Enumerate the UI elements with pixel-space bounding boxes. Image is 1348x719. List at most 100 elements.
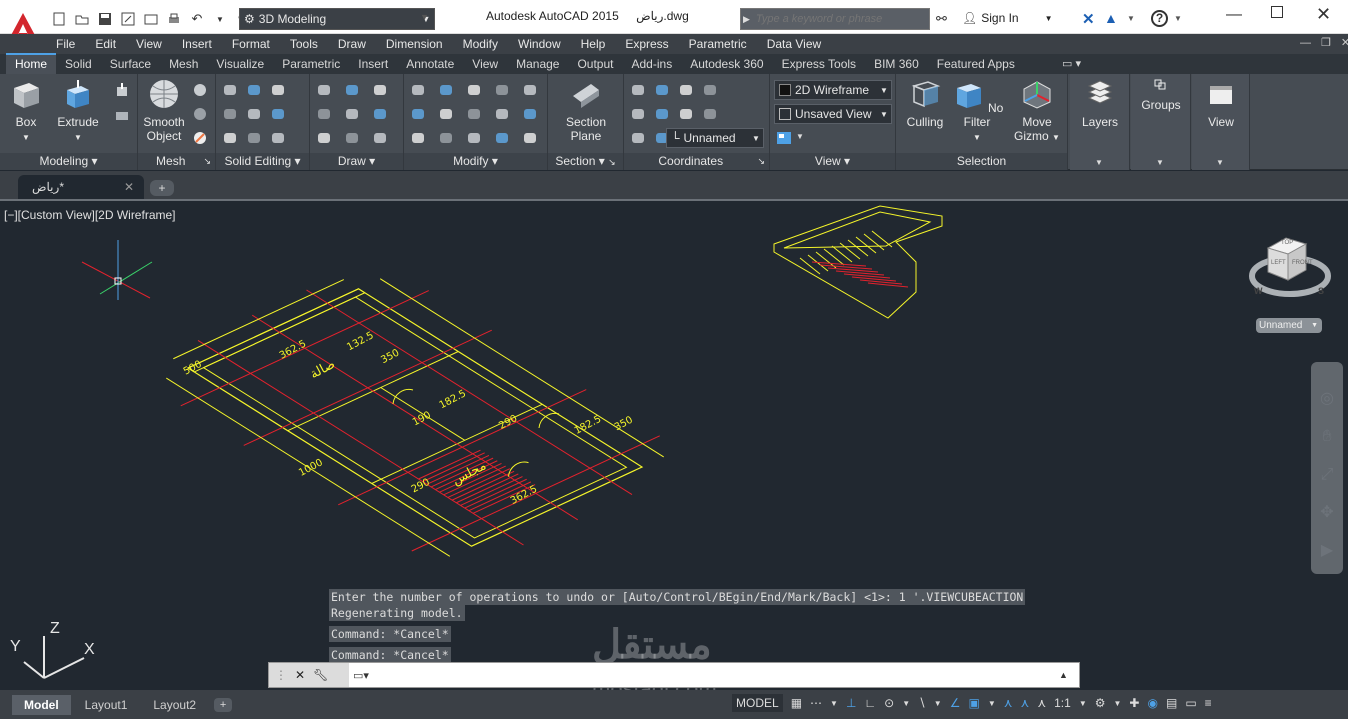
menu-item-insert[interactable]: Insert [182, 37, 212, 51]
arc-icon[interactable] [372, 106, 388, 122]
new-file-icon[interactable] [50, 10, 68, 28]
minimize-button[interactable]: — [1226, 6, 1242, 24]
imprint-icon[interactable] [270, 106, 286, 122]
copy-icon[interactable] [522, 82, 538, 98]
view-button[interactable]: View [1198, 78, 1244, 129]
panel-title-selection[interactable]: Selection [896, 153, 1067, 170]
menu-item-format[interactable]: Format [232, 37, 270, 51]
subtract-icon[interactable] [222, 106, 238, 122]
polyline-icon[interactable] [344, 82, 360, 98]
chevron-down-icon[interactable]: ▼ [988, 699, 996, 708]
ribbon-tab-bim-360[interactable]: BIM 360 [865, 55, 928, 74]
plus-icon[interactable]: ✚ [1129, 696, 1139, 710]
grip-handle[interactable]: ⋮ [275, 668, 287, 682]
rectangle-icon[interactable] [344, 106, 360, 122]
command-input[interactable] [374, 664, 1059, 686]
chevron-down-icon[interactable]: ▼ [1174, 14, 1182, 23]
hardware-acceleration-icon[interactable]: ▤ [1166, 696, 1177, 710]
thicken-icon[interactable] [246, 130, 262, 146]
osnap-tracking-icon[interactable]: ∖ [918, 696, 926, 710]
panel-title-modeling[interactable]: Modeling ▾ [0, 153, 137, 170]
tab-model[interactable]: Model [12, 694, 71, 715]
mesh-refine-icon[interactable] [192, 130, 208, 146]
chevron-down-icon[interactable]: ▼ [1127, 14, 1135, 23]
region-icon[interactable] [344, 130, 360, 146]
panel-view-2[interactable]: View ▼ [1192, 74, 1250, 170]
break-icon[interactable] [494, 82, 510, 98]
explode-icon[interactable] [494, 130, 510, 146]
viewcube-left-label[interactable]: LEFT [1271, 260, 1286, 266]
document-tab[interactable]: رياض* ✕ [18, 175, 144, 199]
chevron-down-icon[interactable]: ▼ [902, 699, 910, 708]
mirror-icon[interactable] [410, 106, 426, 122]
ucs-view-icon[interactable] [654, 106, 670, 122]
undo-dropdown-icon[interactable]: ▼ [211, 10, 229, 28]
isodraft-icon[interactable]: ∠ [950, 696, 961, 710]
ribbon-tab-surface[interactable]: Surface [101, 55, 160, 74]
ribbon-tab-express-tools[interactable]: Express Tools [773, 55, 865, 74]
binoculars-icon[interactable]: ⚯ [936, 11, 947, 27]
panel-title-draw[interactable]: Draw ▾ [310, 153, 403, 170]
chevron-down-icon[interactable]: ▼ [830, 699, 838, 708]
hatch-icon[interactable] [372, 130, 388, 146]
new-tab-button[interactable]: + [150, 180, 174, 196]
model-space-toggle[interactable]: MODEL [732, 694, 783, 712]
viewcube-front-label[interactable]: FRONT [1292, 260, 1313, 266]
join-icon[interactable] [522, 130, 538, 146]
panel-title-mesh[interactable]: Mesh ↘ [138, 153, 215, 170]
command-prompt-icon[interactable]: ▭▾ [353, 669, 369, 682]
viewport-config-icon[interactable] [776, 130, 792, 146]
viewcube-top-label[interactable]: TOP [1281, 240, 1293, 246]
ucs-z-icon[interactable] [702, 82, 718, 98]
tab-layout2[interactable]: Layout2 [141, 695, 208, 715]
new-layout-button[interactable]: + [214, 697, 233, 712]
open-folder-icon[interactable] [73, 10, 91, 28]
polysolid-icon[interactable] [114, 106, 130, 122]
fillet-icon[interactable] [438, 106, 454, 122]
ucs-origin-icon[interactable] [678, 82, 694, 98]
solid-history-icon[interactable] [270, 82, 286, 98]
polygon-icon[interactable] [316, 130, 332, 146]
line-icon[interactable] [316, 82, 332, 98]
ribbon-tab-mesh[interactable]: Mesh [160, 55, 207, 74]
panel-title-modify[interactable]: Modify ▾ [404, 153, 547, 170]
menu-item-parametric[interactable]: Parametric [689, 37, 747, 51]
align-icon[interactable] [466, 82, 482, 98]
doc-minimize-button[interactable]: — [1300, 37, 1311, 49]
auto-scale-icon[interactable]: ⋏ [1021, 696, 1030, 710]
ucs-face-icon[interactable] [702, 106, 718, 122]
menu-item-view[interactable]: View [136, 37, 162, 51]
ribbon-tab-visualize[interactable]: Visualize [207, 55, 273, 74]
section-plane-button[interactable]: Section Plane [562, 78, 610, 143]
ucs-object-icon[interactable] [678, 106, 694, 122]
help-icon[interactable]: ? [1151, 10, 1168, 27]
annotation-scale-icon[interactable]: ⋏ [1037, 696, 1046, 710]
array-icon[interactable] [410, 130, 426, 146]
spline-icon[interactable] [316, 106, 332, 122]
qat-customize-icon[interactable]: ▼ [420, 12, 429, 22]
presspull-icon[interactable] [114, 82, 130, 98]
panel-layers[interactable]: Layers ▼ [1070, 74, 1130, 170]
trim-icon[interactable] [466, 130, 482, 146]
chevron-down-icon[interactable]: ▼ [1079, 699, 1087, 708]
extract-edges-icon[interactable] [270, 130, 286, 146]
intersect-icon[interactable] [222, 130, 238, 146]
compass-south-label[interactable]: S [1318, 286, 1324, 296]
workspace-gear-icon[interactable]: ⚙ [1095, 696, 1106, 710]
exchange-apps-icon[interactable]: ✕ [1082, 10, 1095, 28]
no-filter-button[interactable]: No Filter ▼ [950, 78, 1004, 145]
ucs-name-dropdown[interactable]: └ Unnamed ▼ [666, 128, 764, 148]
slice-icon[interactable] [246, 106, 262, 122]
close-button[interactable]: ✕ [1316, 4, 1331, 25]
compass-west-label[interactable]: W [1254, 286, 1263, 296]
save-icon[interactable] [96, 10, 114, 28]
ribbon-tab-add-ins[interactable]: Add-ins [623, 55, 682, 74]
menu-item-window[interactable]: Window [518, 37, 561, 51]
doc-restore-button[interactable]: ❐ [1321, 36, 1331, 49]
viewport-controls-label[interactable]: [−][Custom View][2D Wireframe] [4, 208, 176, 222]
undo-icon[interactable]: ↶ [188, 10, 206, 28]
isolate-objects-icon[interactable]: ◉ [1147, 696, 1157, 710]
ortho-icon[interactable]: ∟ [864, 696, 876, 710]
box-button[interactable]: Box ▼ [6, 78, 46, 145]
menu-item-draw[interactable]: Draw [338, 37, 366, 51]
